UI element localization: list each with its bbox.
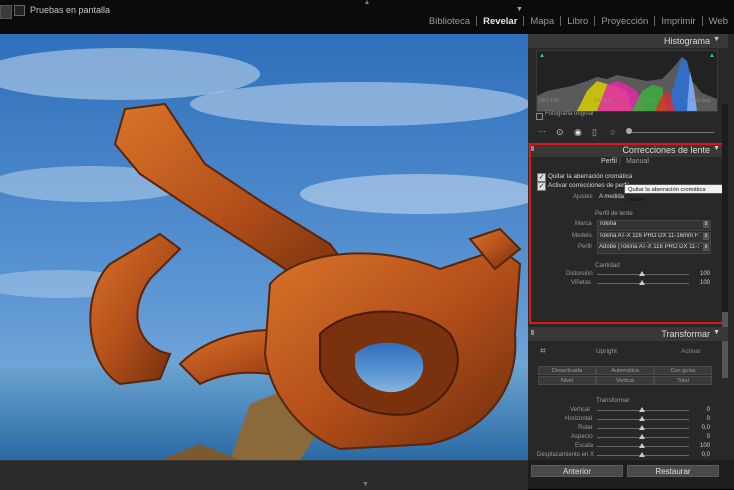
vertical-value[interactable]: 0 bbox=[690, 407, 710, 413]
original-photo-checkbox[interactable] bbox=[536, 113, 543, 120]
crop-icon[interactable]: ⋯ bbox=[538, 127, 546, 136]
aspect-slider-thumb[interactable] bbox=[639, 434, 645, 439]
scale-label: Escala bbox=[575, 443, 594, 449]
vignetting-slider-thumb[interactable] bbox=[639, 280, 645, 285]
horizontal-value[interactable]: 0 bbox=[690, 416, 710, 422]
setup-label: Ajustes bbox=[573, 194, 593, 200]
top-panel-toggle-icon[interactable]: ▲ bbox=[362, 0, 372, 6]
chevron-down-icon[interactable]: ⇕ bbox=[703, 221, 709, 228]
highlight-clipping-icon[interactable]: ▲ bbox=[709, 53, 715, 59]
module-picker: Biblioteca Revelar Mapa Libro Proyección… bbox=[423, 14, 728, 28]
triangle-down-icon[interactable]: ▼ bbox=[713, 36, 720, 43]
tool-strip: ⋯ ⊙ ◉ ▯ ○ bbox=[528, 124, 728, 140]
panel-scrollbar-thumb[interactable] bbox=[722, 312, 728, 378]
transform-section-title: Transformar bbox=[596, 397, 630, 404]
vignetting-label: Viñetas bbox=[571, 280, 591, 286]
transform-title: Transformar bbox=[661, 329, 710, 339]
module-web[interactable]: Web bbox=[703, 16, 728, 27]
upright-label: Upright bbox=[596, 348, 617, 355]
aspect-value[interactable]: 0 bbox=[690, 434, 710, 440]
bottom-toolbar bbox=[0, 460, 528, 490]
graduated-filter-icon[interactable]: ▯ bbox=[592, 127, 597, 138]
checkbox-icon[interactable]: ✓ bbox=[537, 173, 546, 182]
distortion-value[interactable]: 100 bbox=[690, 271, 710, 277]
vertical-label: Vertical bbox=[570, 407, 590, 413]
vertical-slider-thumb[interactable] bbox=[639, 407, 645, 412]
amount-section-title: Cantidad bbox=[595, 262, 620, 269]
shadow-clipping-icon[interactable]: ▲ bbox=[539, 53, 545, 59]
upright-auto-button[interactable]: Automática bbox=[596, 366, 654, 375]
aspect-label: Aspecto bbox=[571, 434, 593, 440]
previous-button[interactable]: Anterior bbox=[531, 465, 623, 477]
profile-label: Perfil bbox=[578, 244, 592, 250]
chevron-down-icon[interactable]: ⇕ bbox=[703, 233, 709, 240]
model-value: Tokina AT-X 116 PRO DX 11-16mm F2.8 bbox=[599, 233, 699, 239]
offset-x-label: Desplazamiento en X bbox=[537, 452, 595, 458]
scale-slider-thumb[interactable] bbox=[639, 443, 645, 448]
scale-value[interactable]: 100 bbox=[690, 443, 710, 449]
reset-button[interactable]: Restaurar bbox=[627, 465, 719, 477]
crosshair-icon[interactable]: ⌗ bbox=[540, 346, 546, 357]
lens-profile-section-title: Perfil de lente bbox=[595, 210, 633, 217]
rotate-slider-thumb[interactable] bbox=[639, 425, 645, 430]
horizontal-label: Horizontal bbox=[565, 416, 593, 422]
histogram-focal-length: 12 mm bbox=[594, 98, 611, 104]
module-biblioteca[interactable]: Biblioteca bbox=[423, 16, 476, 27]
offset-x-slider-thumb[interactable] bbox=[639, 452, 645, 457]
model-label: Modelo bbox=[572, 233, 592, 239]
module-imprimir[interactable]: Imprimir bbox=[655, 16, 701, 27]
soft-proofing-checkbox[interactable] bbox=[14, 5, 25, 16]
soft-proofing-label: Pruebas en pantalla bbox=[30, 5, 111, 15]
photo-canvas[interactable] bbox=[0, 34, 528, 460]
triangle-down-icon[interactable]: ▼ bbox=[362, 481, 369, 488]
histogram-shutter: 1/160 seg. bbox=[686, 98, 712, 104]
module-libro[interactable]: Libro bbox=[561, 16, 594, 27]
histogram-iso: ISO 100 bbox=[539, 98, 560, 104]
make-label: Marca bbox=[575, 221, 592, 227]
photo-image bbox=[0, 34, 528, 460]
brush-slider-thumb[interactable] bbox=[626, 128, 632, 134]
profile-value: Adobe (Tokina AT-X 116 PRO DX 11-16... bbox=[599, 244, 699, 250]
radial-filter-icon[interactable]: ○ bbox=[610, 127, 615, 137]
upright-vertical-button[interactable]: Vertical bbox=[596, 376, 654, 385]
upright-full-button[interactable]: Total bbox=[654, 376, 712, 385]
view-mode-icon[interactable] bbox=[0, 5, 12, 19]
red-eye-icon[interactable]: ◉ bbox=[574, 127, 582, 138]
distortion-label: Distorsión bbox=[566, 271, 593, 277]
tooltip: Quitar la aberración cromática lateral bbox=[624, 184, 724, 203]
enable-profile-corrections-label: Activar correcciones de perfil bbox=[548, 182, 629, 189]
upright-off-button[interactable]: Desactivada bbox=[538, 366, 596, 375]
rotate-value[interactable]: 0,0 bbox=[690, 425, 710, 431]
panel-pin-icon bbox=[531, 330, 534, 335]
checkbox-icon[interactable]: ✓ bbox=[537, 182, 546, 191]
upright-guided-button[interactable]: Con guías bbox=[654, 366, 712, 375]
triangle-down-icon[interactable]: ▼ bbox=[713, 329, 720, 336]
horizontal-slider-thumb[interactable] bbox=[639, 416, 645, 421]
transform-header[interactable]: Transformar ▼ bbox=[528, 327, 728, 341]
toolbar-dropdown-icon[interactable]: ▼ bbox=[516, 6, 523, 13]
histogram-title: Histograma bbox=[663, 36, 710, 46]
module-proyeccion[interactable]: Proyección bbox=[595, 16, 654, 27]
tab-manual[interactable]: Manual bbox=[626, 158, 649, 165]
remove-chromatic-aberration-label: Quitar la aberración cromática bbox=[548, 173, 633, 180]
chevron-down-icon[interactable]: ⇕ bbox=[703, 244, 709, 251]
setup-value[interactable]: A medida bbox=[599, 194, 624, 200]
distortion-slider-thumb[interactable] bbox=[639, 271, 645, 276]
original-photo-label: Fotografía original bbox=[545, 111, 594, 117]
histogram-header[interactable]: Histograma ▼ bbox=[528, 34, 728, 48]
tab-perfil[interactable]: Perfil bbox=[601, 158, 617, 165]
module-mapa[interactable]: Mapa bbox=[524, 16, 560, 27]
activate-button[interactable]: Activar bbox=[681, 348, 701, 355]
module-revelar[interactable]: Revelar bbox=[477, 16, 523, 27]
make-value: Tokina bbox=[599, 221, 617, 227]
upright-level-button[interactable]: Nivel bbox=[538, 376, 596, 385]
brush-slider-icon[interactable] bbox=[628, 132, 714, 133]
rotate-label: Rotar bbox=[578, 425, 593, 431]
offset-x-value[interactable]: 0,0 bbox=[690, 452, 710, 458]
histogram-aperture: f / 9,0 bbox=[642, 98, 656, 104]
tab-separator: | bbox=[619, 158, 621, 165]
spot-removal-icon[interactable]: ⊙ bbox=[556, 127, 564, 138]
vignetting-value[interactable]: 100 bbox=[690, 280, 710, 286]
